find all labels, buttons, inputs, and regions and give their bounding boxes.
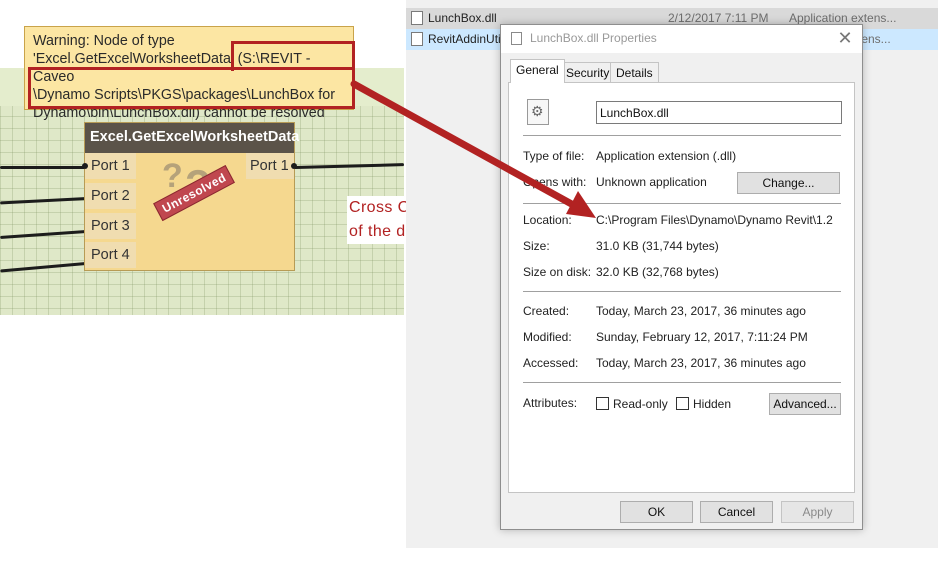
modified-label: Modified: — [523, 330, 572, 344]
output-port-1[interactable]: Port 1 — [246, 153, 294, 179]
dll-file-icon — [411, 11, 423, 25]
dll-gear-icon — [527, 99, 549, 125]
separator — [523, 382, 841, 383]
input-port-3[interactable]: Port 3 — [85, 213, 136, 239]
size-on-disk-value: 32.0 KB (32,768 bytes) — [596, 265, 719, 279]
apply-button[interactable]: Apply — [781, 501, 854, 523]
tab-general[interactable]: General — [510, 59, 565, 83]
advanced-button[interactable]: Advanced... — [769, 393, 841, 415]
input-port-dot — [82, 163, 88, 169]
readonly-label: Read-only — [613, 397, 668, 411]
tab-details[interactable]: Details — [610, 62, 659, 82]
dll-file-icon — [411, 32, 423, 46]
dialog-title: LunchBox.dll Properties — [530, 31, 657, 45]
accessed-value: Today, March 23, 2017, 36 minutes ago — [596, 356, 806, 370]
accessed-label: Accessed: — [523, 356, 579, 370]
path-highlight-box-bottom — [28, 67, 355, 109]
change-button[interactable]: Change... — [737, 172, 840, 194]
input-port-4[interactable]: Port 4 — [85, 242, 136, 268]
type-value: Application extension (.dll) — [596, 149, 737, 163]
node-title: Excel.GetExcelWorksheetData — [85, 123, 299, 153]
opens-with-label: Opens with: — [523, 175, 587, 189]
separator — [523, 203, 841, 204]
input-port-1[interactable]: Port 1 — [85, 153, 136, 179]
file-name: RevitAddinUti — [428, 32, 501, 46]
hidden-checkbox[interactable] — [676, 397, 689, 410]
size-on-disk-label: Size on disk: — [523, 265, 592, 279]
excel-get-worksheet-node[interactable]: Excel.GetExcelWorksheetData Port 1 Port … — [82, 122, 299, 271]
readonly-checkbox[interactable] — [596, 397, 609, 410]
modified-value: Sunday, February 12, 2017, 7:11:24 PM — [596, 330, 808, 344]
filename-field[interactable] — [596, 101, 842, 124]
file-name: LunchBox.dll — [428, 11, 497, 25]
tab-security[interactable]: Security — [560, 62, 616, 82]
cancel-button[interactable]: Cancel — [700, 501, 773, 523]
created-label: Created: — [523, 304, 570, 318]
general-panel: Type of file: Application extension (.dl… — [508, 82, 855, 493]
opens-with-value: Unknown application — [596, 175, 707, 189]
input-wire-1 — [0, 166, 86, 169]
location-label: Location: — [523, 213, 572, 227]
output-port-dot — [291, 163, 297, 169]
input-port-2[interactable]: Port 2 — [85, 183, 136, 209]
close-icon[interactable]: ✕ — [834, 27, 856, 49]
dll-file-icon — [511, 32, 522, 45]
ok-button[interactable]: OK — [620, 501, 693, 523]
dialog-titlebar[interactable]: LunchBox.dll Properties ✕ — [501, 25, 862, 53]
type-label: Type of file: — [523, 149, 585, 163]
hidden-label: Hidden — [693, 397, 732, 411]
location-value: C:\Program Files\Dynamo\Dynamo Revit\1.2 — [596, 213, 833, 227]
attributes-label: Attributes: — [523, 396, 578, 410]
properties-dialog: LunchBox.dll Properties ✕ General Securi… — [500, 24, 863, 530]
size-value: 31.0 KB (31,744 bytes) — [596, 239, 719, 253]
separator — [523, 291, 841, 292]
size-label: Size: — [523, 239, 550, 253]
separator — [523, 135, 841, 136]
created-value: Today, March 23, 2017, 36 minutes ago — [596, 304, 806, 318]
